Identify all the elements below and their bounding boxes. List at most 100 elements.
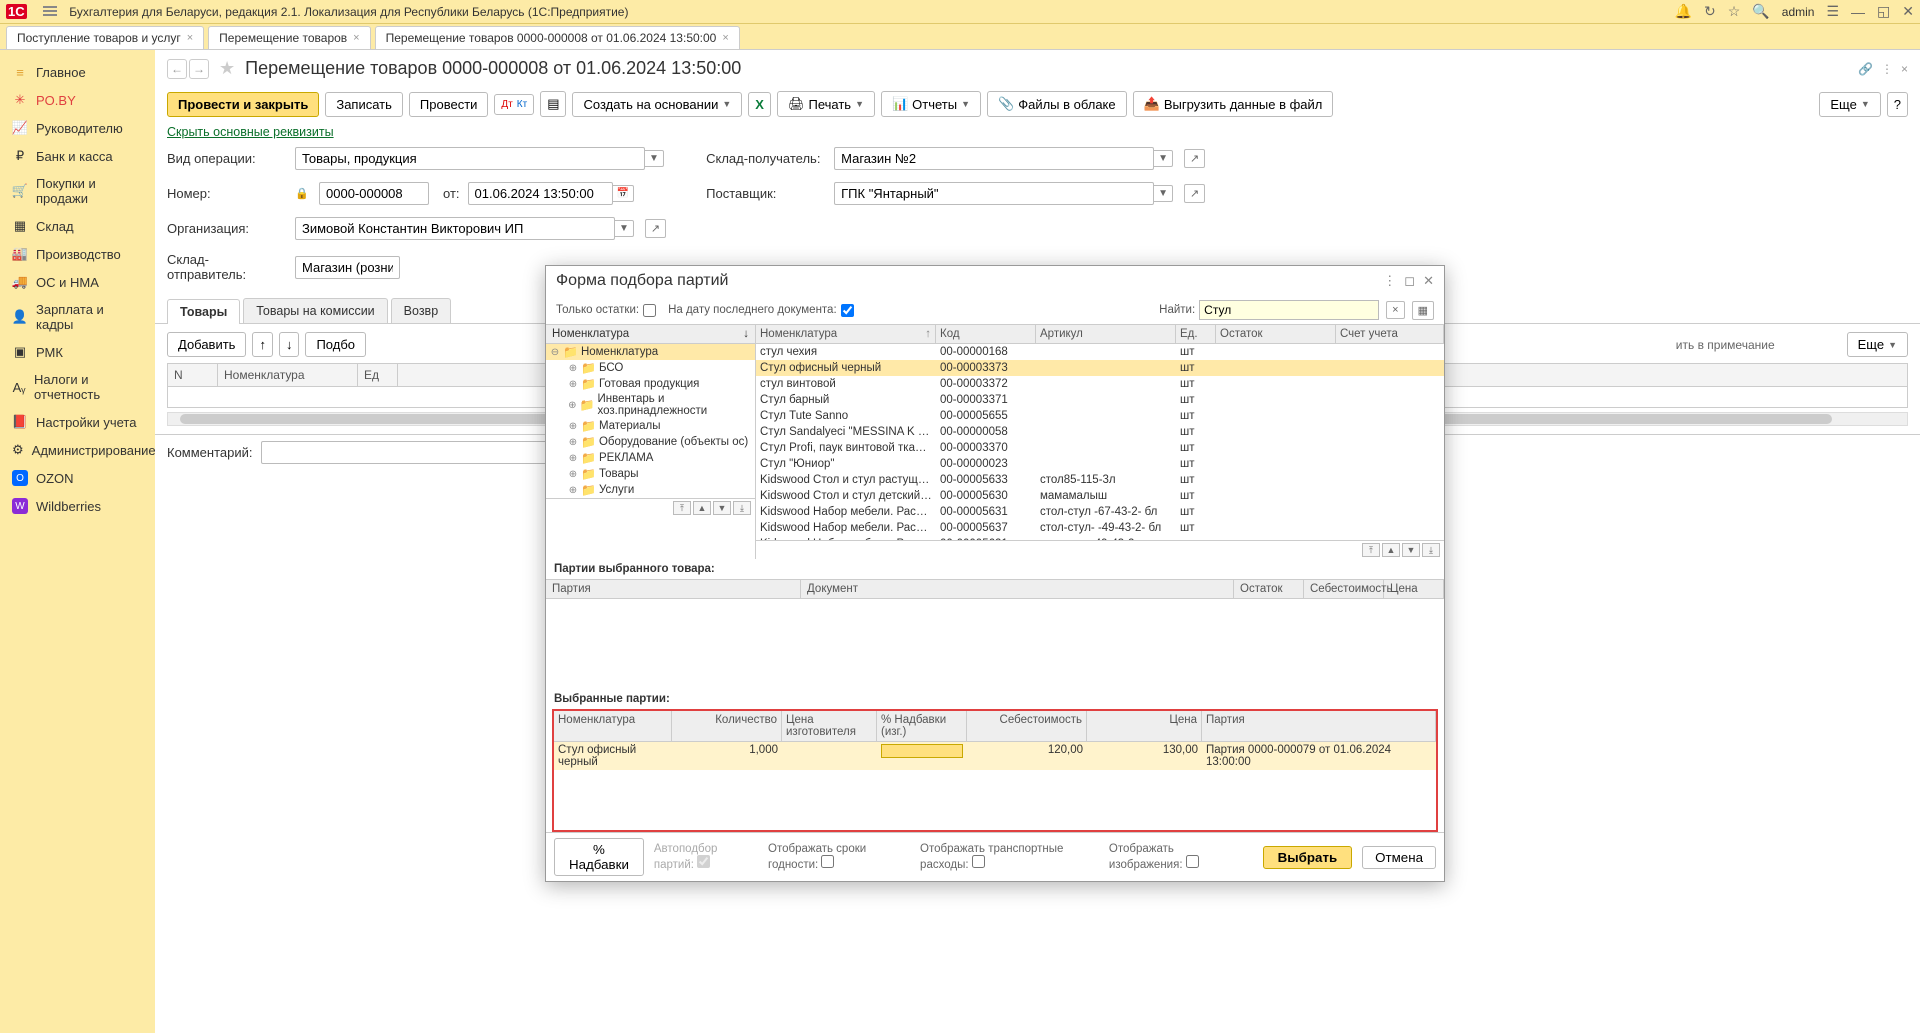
nav-poby[interactable]: ✳PO.BY bbox=[0, 86, 155, 114]
markup-edit-cell[interactable] bbox=[881, 744, 963, 758]
tab-item[interactable]: Поступление товаров и услуг× bbox=[6, 26, 204, 49]
close-tab-icon[interactable]: × bbox=[353, 32, 359, 44]
list-row[interactable]: Стул Tute Sanno00-00005655шт bbox=[756, 408, 1444, 424]
user-name[interactable]: admin bbox=[1782, 5, 1815, 19]
submit-close-button[interactable]: Провести и закрыть bbox=[167, 92, 319, 117]
supplier-input[interactable] bbox=[834, 182, 1154, 205]
selected-parts-grid[interactable]: Номенклатура Количество Цена изготовител… bbox=[552, 709, 1438, 832]
move-up-button[interactable]: ↑ bbox=[252, 332, 273, 357]
clear-search-icon[interactable]: × bbox=[1386, 301, 1404, 319]
list-row[interactable]: стул винтовой00-00003372шт bbox=[756, 376, 1444, 392]
select-button[interactable]: Выбрать bbox=[1263, 846, 1353, 869]
recipient-input[interactable] bbox=[834, 147, 1154, 170]
cancel-button[interactable]: Отмена bbox=[1362, 846, 1436, 869]
list-nav-last[interactable]: ⤓ bbox=[1422, 543, 1440, 557]
list-row[interactable]: Стул Sandalyeci "MESSINA K CHAIR"00-0000… bbox=[756, 424, 1444, 440]
calendar-icon[interactable]: 📅 bbox=[613, 185, 634, 202]
nav-wildberries[interactable]: WWildberries bbox=[0, 492, 155, 520]
tree-item[interactable]: ⊕📁Оборудование (объекты ос) bbox=[546, 434, 755, 450]
burger-icon[interactable] bbox=[43, 4, 59, 20]
date-input[interactable] bbox=[468, 182, 613, 205]
only-balance-checkbox[interactable]: Только остатки: bbox=[556, 304, 656, 317]
close-tab-icon[interactable]: × bbox=[722, 32, 728, 44]
nav-main[interactable]: ≡Главное bbox=[0, 58, 155, 86]
parts-grid-empty[interactable] bbox=[546, 599, 1444, 689]
link-icon[interactable]: 🔗 bbox=[1858, 62, 1873, 76]
list-row[interactable]: Kidswood Набор мебели. Растущий стол и..… bbox=[756, 520, 1444, 536]
by-last-doc-checkbox[interactable]: На дату последнего документа: bbox=[668, 304, 854, 317]
dropdown-icon[interactable]: ▼ bbox=[1154, 150, 1173, 167]
help-button[interactable]: ? bbox=[1887, 92, 1908, 117]
structure-button[interactable]: ▤ bbox=[540, 91, 566, 117]
nav-tax[interactable]: AᵧНалоги и отчетность bbox=[0, 366, 155, 408]
nav-settings[interactable]: 📕Настройки учета bbox=[0, 408, 155, 436]
excel-button[interactable]: X bbox=[748, 92, 771, 117]
tree-item[interactable]: ⊕📁Готовая продукция bbox=[546, 376, 755, 392]
tree-item[interactable]: ⊕📁Инвентарь и хоз.принадлежности bbox=[546, 392, 755, 418]
tree-nav-down[interactable]: ▼ bbox=[713, 501, 731, 515]
dropdown-icon[interactable]: ▼ bbox=[1154, 185, 1173, 202]
list-row[interactable]: Kidswood Стол и стул детский от года рас… bbox=[756, 488, 1444, 504]
open-ref-icon[interactable]: ↗ bbox=[645, 219, 666, 238]
sort-icon[interactable]: ↓ bbox=[743, 328, 749, 340]
tab-item[interactable]: Перемещение товаров 0000-000008 от 01.06… bbox=[375, 26, 740, 49]
favorite-icon[interactable]: ★ bbox=[219, 58, 235, 79]
list-row[interactable]: стул чехия00-00000168шт bbox=[756, 344, 1444, 360]
list-row[interactable]: Kidswood Стол и стул растущий набор00-00… bbox=[756, 472, 1444, 488]
forward-button[interactable]: → bbox=[189, 59, 209, 79]
dropdown-icon[interactable]: ▼ bbox=[615, 220, 634, 237]
files-button[interactable]: 📎 Файлы в облаке bbox=[987, 91, 1127, 117]
bell-icon[interactable]: 🔔 bbox=[1675, 3, 1692, 20]
modal-more-icon[interactable]: ⋮ bbox=[1383, 273, 1396, 289]
number-input[interactable] bbox=[319, 182, 429, 205]
add-button[interactable]: Добавить bbox=[167, 332, 246, 357]
search-settings-icon[interactable]: ▦ bbox=[1412, 301, 1434, 320]
reports-button[interactable]: 📊 Отчеты▼ bbox=[881, 91, 981, 117]
dropdown-icon[interactable]: ▼ bbox=[645, 150, 664, 167]
find-input[interactable] bbox=[1199, 300, 1379, 320]
list-nav-first[interactable]: ⤒ bbox=[1362, 543, 1380, 557]
tree-item[interactable]: ⊖📁Номенклатура bbox=[546, 344, 755, 360]
tab-return[interactable]: Возвр bbox=[391, 298, 451, 323]
nav-assets[interactable]: 🚚ОС и НМА bbox=[0, 268, 155, 296]
org-input[interactable] bbox=[295, 217, 615, 240]
close-tab-icon[interactable]: × bbox=[187, 32, 193, 44]
restore-icon[interactable]: ◱ bbox=[1877, 3, 1890, 20]
nav-production[interactable]: 🏭Производство bbox=[0, 240, 155, 268]
tree-nav-last[interactable]: ⤓ bbox=[733, 501, 751, 515]
write-button[interactable]: Записать bbox=[325, 92, 403, 117]
tab-commission[interactable]: Товары на комиссии bbox=[243, 298, 387, 323]
tree-nav-first[interactable]: ⤒ bbox=[673, 501, 691, 515]
nav-rmk[interactable]: ▣РМК bbox=[0, 338, 155, 366]
hide-details-link[interactable]: Скрыть основные реквизиты bbox=[155, 121, 1920, 143]
nav-bank[interactable]: ₽Банк и касса bbox=[0, 142, 155, 170]
list-nav-up[interactable]: ▲ bbox=[1382, 543, 1400, 557]
open-ref-icon[interactable]: ↗ bbox=[1184, 184, 1205, 203]
list-row[interactable]: Стул "Юниор"00-00000023шт bbox=[756, 456, 1444, 472]
tab-item[interactable]: Перемещение товаров× bbox=[208, 26, 370, 49]
nav-warehouse[interactable]: ▦Склад bbox=[0, 212, 155, 240]
close-app-icon[interactable]: ✕ bbox=[1902, 3, 1914, 20]
minimize-icon[interactable]: — bbox=[1851, 4, 1865, 20]
modal-close-icon[interactable]: ✕ bbox=[1423, 273, 1434, 289]
list-nav-down[interactable]: ▼ bbox=[1402, 543, 1420, 557]
move-down-button[interactable]: ↓ bbox=[279, 332, 300, 357]
nav-admin[interactable]: ⚙Администрирование bbox=[0, 436, 155, 464]
history-icon[interactable]: ↻ bbox=[1704, 3, 1716, 20]
export-button[interactable]: 📤 Выгрузить данные в файл bbox=[1133, 91, 1334, 117]
create-based-button[interactable]: Создать на основании▼ bbox=[572, 92, 742, 117]
list-row[interactable]: Стул барный00-00003371шт bbox=[756, 392, 1444, 408]
sender-input[interactable] bbox=[295, 256, 400, 279]
markup-button[interactable]: % Надбавки bbox=[554, 838, 644, 876]
nav-ozon[interactable]: OOZON bbox=[0, 464, 155, 492]
nav-hr[interactable]: 👤Зарплата и кадры bbox=[0, 296, 155, 338]
debit-credit-button[interactable]: ДтКт bbox=[494, 94, 534, 115]
more-button-2[interactable]: Еще▼ bbox=[1847, 332, 1908, 357]
tree-item[interactable]: ⊕📁Услуги bbox=[546, 482, 755, 498]
list-row[interactable]: Kidswood Набор мебели. Растущий стол и..… bbox=[756, 504, 1444, 520]
show-transport-checkbox[interactable]: Отображать транспортные расходы: bbox=[920, 843, 1099, 871]
show-images-checkbox[interactable]: Отображать изображения: bbox=[1109, 843, 1243, 871]
list-row[interactable]: Стул Profi, паук винтовой ткань серая00-… bbox=[756, 440, 1444, 456]
search-icon[interactable]: 🔍 bbox=[1752, 3, 1769, 20]
tree-item[interactable]: ⊕📁Товары bbox=[546, 466, 755, 482]
